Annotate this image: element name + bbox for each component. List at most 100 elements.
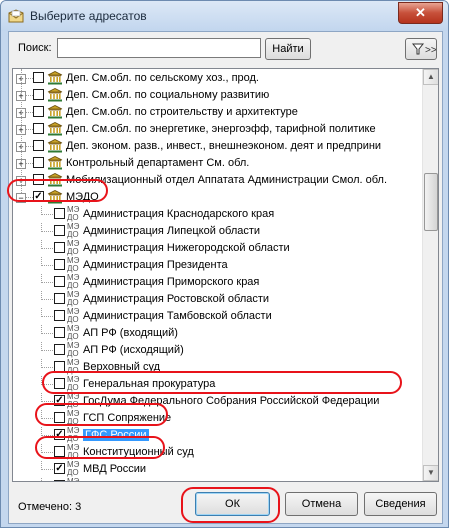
checkbox[interactable]: [33, 89, 44, 100]
tree-group-row[interactable]: + Деп. См.обл. по сельскому хоз., прод.: [13, 70, 422, 87]
envelope-icon: [8, 9, 24, 23]
tree-item-row[interactable]: МЭ ДО Администрация Ростовской области: [13, 291, 422, 308]
tree-connector: [26, 112, 33, 113]
scroll-up-icon[interactable]: ▲: [423, 69, 438, 85]
tree-item-label[interactable]: Администрация Тамбовской области: [83, 310, 272, 322]
tree-item-label[interactable]: Контрольный департамент См. обл.: [66, 157, 249, 169]
tree-item-label[interactable]: Администрация Президента: [83, 259, 228, 271]
medo-icon-bottom: ДО: [67, 213, 79, 222]
tree-item-label[interactable]: Деп. эконом. разв., инвест., внешнеэконо…: [66, 140, 381, 152]
tree-item-row[interactable]: МЭ ДО Администрация Липецкой области: [13, 223, 422, 240]
checkbox[interactable]: [54, 327, 65, 338]
medo-icon: МЭДО: [67, 240, 80, 256]
checkbox[interactable]: [33, 106, 44, 117]
search-input[interactable]: [57, 38, 261, 58]
checkbox[interactable]: [54, 293, 65, 304]
medo-icon-bottom: ДО: [67, 468, 79, 477]
tree-item-label[interactable]: Мобилизационный отдел Аппатата Администр…: [66, 174, 387, 186]
tree-item-label[interactable]: АП РФ (исходящий): [83, 344, 184, 356]
tree-item-row[interactable]: МЭ ДО Администрация Приморского края: [13, 274, 422, 291]
tree-item-label[interactable]: Администрация Нижегородской области: [83, 242, 290, 254]
medo-icon: МЭДО: [67, 478, 80, 482]
checkbox[interactable]: [33, 72, 44, 83]
medo-icon: МЭДО: [67, 223, 80, 239]
tree-group-row[interactable]: + Деп. См.обл. по энергетике, энергоэфф, …: [13, 121, 422, 138]
checkbox[interactable]: [33, 123, 44, 134]
tree-connector: [41, 214, 53, 215]
tree-connector: [26, 95, 33, 96]
find-button[interactable]: Найти: [265, 38, 311, 60]
svg-text:>>: >>: [425, 45, 436, 56]
checkbox[interactable]: [54, 242, 65, 253]
tree-item-label[interactable]: Деп. См.обл. по энергетике, энергоэфф, т…: [66, 123, 376, 135]
tree-item-label[interactable]: Деп. См.обл. по строительству и архитект…: [66, 106, 298, 118]
tree-item-row[interactable]: МЭ ДО Администрация Президента: [13, 257, 422, 274]
tree-connector: [41, 350, 53, 351]
medo-icon-bottom: ДО: [67, 332, 79, 341]
checkbox[interactable]: [54, 480, 65, 481]
tree-group-row[interactable]: + Контрольный департамент См. обл.: [13, 155, 422, 172]
checkbox[interactable]: [54, 344, 65, 355]
close-button[interactable]: ✕: [398, 2, 443, 24]
scroll-thumb[interactable]: [424, 173, 438, 231]
annotation-ring-medo: [7, 179, 108, 202]
tree-item-label[interactable]: Администрация Липецкой области: [83, 225, 260, 237]
search-label: Поиск:: [18, 42, 52, 54]
checkbox[interactable]: [54, 259, 65, 270]
marked-count: Отмечено: 3: [18, 501, 82, 513]
tree-item-row[interactable]: МЭ ДО Администрация Нижегородской области: [13, 240, 422, 257]
tree-group-row[interactable]: + Деп. эконом. разв., инвест., внешнеэкон…: [13, 138, 422, 155]
checkbox[interactable]: [33, 157, 44, 168]
tree-scrollbar[interactable]: ▲ ▼: [422, 69, 438, 481]
tree-item-row[interactable]: МЭ ДО Администрация Краснодарского края: [13, 206, 422, 223]
tree-item-row[interactable]: МЭ ДО АП РФ (исходящий): [13, 342, 422, 359]
tree-group-row[interactable]: + Деп. См.обл. по строительству и архитек…: [13, 104, 422, 121]
medo-icon: МЭДО: [67, 461, 80, 477]
tree-group-row[interactable]: + Деп. См.обл. по социальному развитию: [13, 87, 422, 104]
tree-item-label[interactable]: Деп. См.обл. по сельскому хоз., прод.: [66, 72, 259, 84]
tree-item-row[interactable]: МЭДОМИД России: [13, 478, 422, 481]
tree-item-row[interactable]: МЭ ДО АП РФ (входящий): [13, 325, 422, 342]
tree-connector: [26, 146, 33, 147]
tree-connector: [41, 333, 53, 334]
medo-icon-bottom: ДО: [67, 264, 79, 273]
checkbox[interactable]: [54, 310, 65, 321]
tree-connector: [41, 367, 53, 368]
bank-icon: [47, 139, 63, 153]
tree-connector: [41, 478, 42, 481]
medo-icon: МЭДО: [67, 206, 80, 222]
medo-icon-top: МЭ: [67, 478, 80, 482]
medo-icon-bottom: ДО: [67, 298, 79, 307]
medo-icon: МЭДО: [67, 257, 80, 273]
medo-icon-bottom: ДО: [67, 247, 79, 256]
checkbox[interactable]: [54, 225, 65, 236]
cancel-button[interactable]: Отмена: [285, 492, 358, 516]
tree-item-label[interactable]: АП РФ (входящий): [83, 327, 178, 339]
tree-item-row[interactable]: МЭ ДО Администрация Тамбовской области: [13, 308, 422, 325]
tree-item-label[interactable]: МИД России: [83, 480, 147, 481]
medo-icon-bottom: ДО: [67, 230, 79, 239]
checkbox[interactable]: [54, 276, 65, 287]
info-button[interactable]: Сведения: [364, 492, 437, 516]
tree-connector: [41, 231, 53, 232]
filter-button[interactable]: >>: [405, 38, 437, 60]
checkbox[interactable]: [33, 140, 44, 151]
annotation-ring-ok: [181, 487, 280, 523]
tree-item-row[interactable]: ✓ МЭ ДО МВД России: [13, 461, 422, 478]
bank-icon: [47, 71, 63, 85]
title-bar[interactable]: Выберите адресатов ✕: [1, 1, 448, 31]
medo-icon-bottom: ДО: [67, 349, 79, 358]
tree-item-label[interactable]: Деп. См.обл. по социальному развитию: [66, 89, 269, 101]
checkbox-checked[interactable]: ✓: [54, 463, 65, 474]
tree-item-label[interactable]: Администрация Краснодарского края: [83, 208, 274, 220]
tree-connector: [26, 163, 33, 164]
bank-icon: [47, 122, 63, 136]
bank-icon: [47, 88, 63, 102]
tree-item-label[interactable]: МВД России: [83, 463, 146, 475]
checkbox[interactable]: [54, 208, 65, 219]
medo-icon: МЭДО: [67, 308, 80, 324]
scroll-down-icon[interactable]: ▼: [423, 465, 438, 481]
tree-item-label[interactable]: Администрация Приморского края: [83, 276, 259, 288]
window-title: Выберите адресатов: [30, 9, 147, 23]
tree-item-label[interactable]: Администрация Ростовской области: [83, 293, 269, 305]
